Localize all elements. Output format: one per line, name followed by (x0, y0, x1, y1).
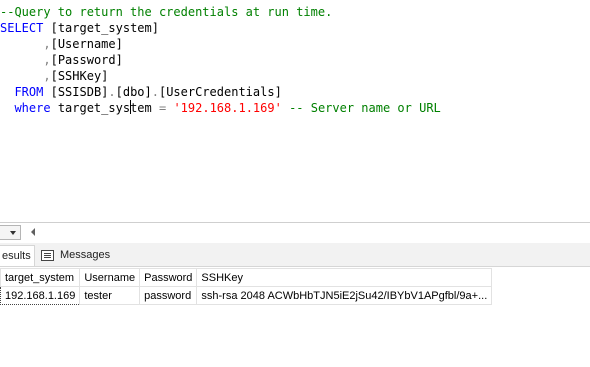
column-header-sshkey[interactable]: SSHKey (196, 268, 493, 287)
code-line-1: --Query to return the credentials at run… (0, 4, 441, 20)
messages-icon (41, 250, 54, 261)
sql-comment: --Query to return the credentials at run… (0, 5, 333, 19)
code-line-2: SELECT [target_system] (0, 20, 441, 36)
cell-sshkey[interactable]: ssh-rsa 2048 ACWbHbTJN5iE2jSu42/IBYbV1AP… (196, 286, 493, 305)
where-keyword: where (14, 101, 51, 115)
cell-target-system[interactable]: 192.168.1.169 (0, 286, 81, 305)
tab-results-label: esults (2, 250, 31, 262)
cell-password[interactable]: password (139, 286, 198, 305)
inline-comment: -- Server name or URL (289, 101, 441, 115)
table-row[interactable]: 192.168.1.169 tester password ssh-rsa 20… (0, 286, 493, 305)
results-tab-strip: esults Messages (0, 243, 590, 267)
table-name: [UserCredentials] (158, 85, 282, 99)
select-keyword: SELECT (0, 21, 44, 35)
tab-messages[interactable]: Messages (38, 245, 114, 265)
code-line-5: ,[SSHKey] (0, 68, 441, 84)
grid-header-row: target_system Username Password SSHKey (0, 268, 493, 287)
code-line-4: ,[Password] (0, 52, 441, 68)
comma: , (43, 53, 51, 67)
zoom-bar (0, 222, 590, 241)
where-column-part-1: target_sys (57, 101, 131, 115)
dot: . (108, 85, 116, 99)
from-keyword: FROM (14, 85, 44, 99)
where-column-part-2: tem (130, 101, 152, 115)
comma: , (43, 69, 51, 83)
column-header-username[interactable]: Username (79, 268, 141, 287)
schema-name: [dbo] (115, 85, 152, 99)
comma: , (43, 37, 51, 51)
tab-results[interactable]: esults (0, 245, 35, 266)
results-grid[interactable]: target_system Username Password SSHKey 1… (0, 268, 493, 305)
code-line-3: ,[Username] (0, 36, 441, 52)
code-line-6: FROM [SSISDB].[dbo].[UserCredentials] (0, 84, 441, 100)
column-sshkey: [SSHKey] (50, 69, 109, 83)
column-username: [Username] (50, 37, 123, 51)
chevron-down-icon (10, 231, 16, 235)
column-header-password[interactable]: Password (139, 268, 198, 287)
dot: . (151, 85, 159, 99)
column-password: [Password] (50, 53, 123, 67)
cell-username[interactable]: tester (79, 286, 141, 305)
query-editor[interactable]: --Query to return the credentials at run… (0, 0, 590, 222)
scroll-left-arrow-icon[interactable] (31, 228, 35, 236)
equals-operator: = (158, 101, 167, 115)
column-target-system: [target_system] (50, 21, 159, 35)
zoom-dropdown[interactable] (0, 225, 21, 240)
column-header-target-system[interactable]: target_system (0, 268, 81, 287)
code-line-7: where target_system = '192.168.1.169' --… (0, 100, 441, 116)
ip-string-literal: '192.168.1.169' (173, 101, 282, 115)
database-name: [SSISDB] (50, 85, 109, 99)
tab-messages-label: Messages (60, 249, 111, 261)
